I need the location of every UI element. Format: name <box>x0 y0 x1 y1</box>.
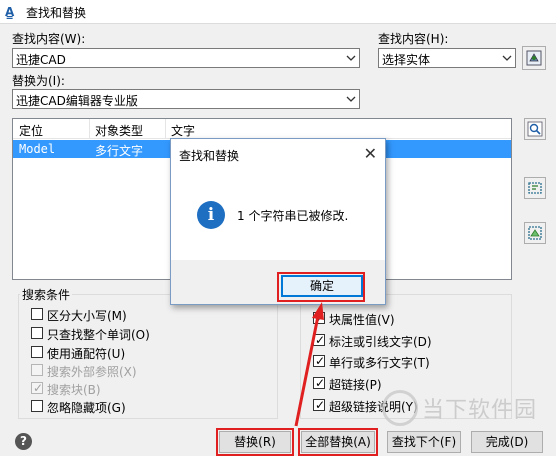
annotation-arrow <box>294 302 324 427</box>
